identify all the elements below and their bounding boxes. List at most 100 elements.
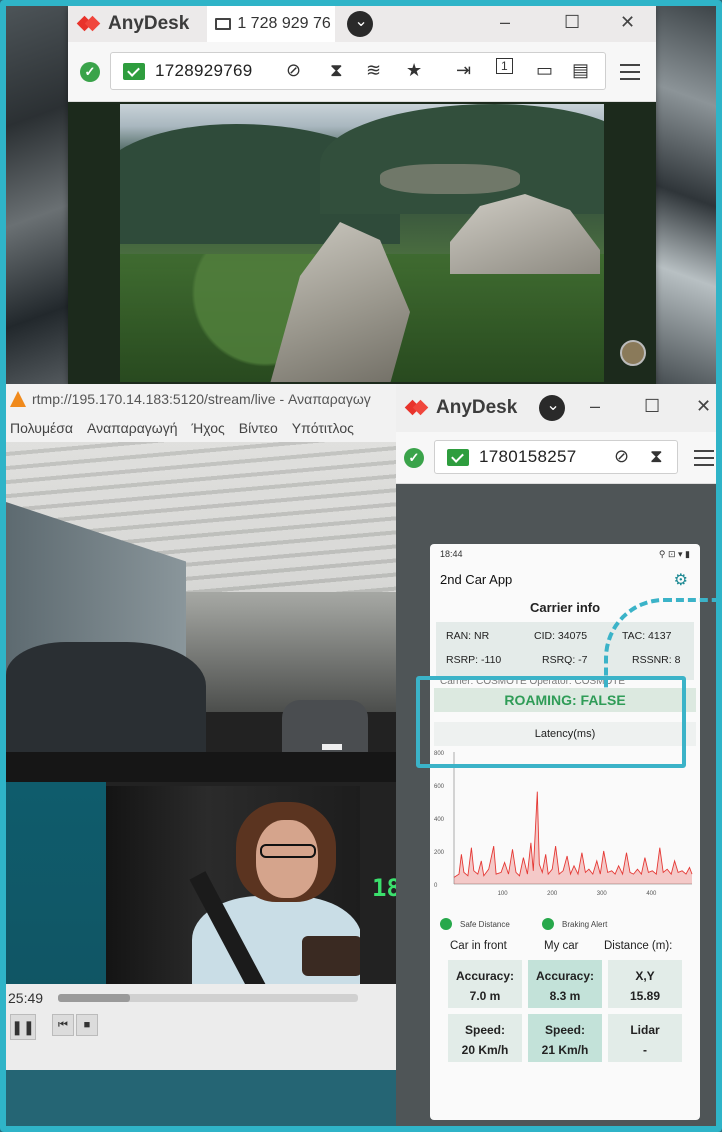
remote-screen-icon bbox=[123, 62, 145, 80]
address-bar[interactable]: 1728929769 bbox=[110, 52, 606, 90]
vlc-window: rtmp://195.170.14.183:5120/stream/live -… bbox=[6, 384, 415, 1070]
y-tick-label: 400 bbox=[434, 817, 445, 823]
display-one-icon[interactable]: 1 bbox=[496, 58, 513, 74]
address-bar[interactable]: 1780158257 bbox=[434, 440, 678, 474]
stop-icon[interactable]: ■ bbox=[76, 1014, 98, 1036]
rsrq-value: RSRQ: -7 bbox=[542, 654, 588, 666]
minimize-button[interactable]: – bbox=[590, 396, 600, 417]
download-icon[interactable] bbox=[539, 395, 566, 421]
address-number: 1728929769 bbox=[155, 61, 253, 80]
desktop-wallpaper-left bbox=[6, 6, 70, 386]
window-icon[interactable]: ▭ bbox=[536, 60, 553, 81]
x-tick-label: 200 bbox=[547, 891, 558, 897]
remote-desktop-view[interactable] bbox=[68, 102, 656, 384]
anydesk-toolbar: ✓ 1728929769 ⊘ ⧗ ≋ ★ ⇥ 1 ▭ ▤ bbox=[68, 42, 656, 102]
vlc-title: rtmp://195.170.14.183:5120/stream/live -… bbox=[32, 391, 371, 407]
xy-label: X,Y bbox=[635, 969, 655, 983]
accuracy-my-card: Accuracy: 8.3 m bbox=[528, 960, 602, 1008]
hourglass-icon[interactable]: ⧗ bbox=[650, 446, 663, 467]
menu-subtitle[interactable]: Υπότιτλος bbox=[292, 420, 354, 436]
privacy-icon[interactable]: ⊘ bbox=[286, 60, 301, 81]
landscape-photo bbox=[120, 104, 604, 382]
star-icon[interactable]: ★ bbox=[406, 60, 422, 81]
menu-icon[interactable] bbox=[694, 450, 714, 466]
desktop-wallpaper-right bbox=[656, 6, 716, 386]
anydesk-brand: AnyDesk bbox=[108, 13, 190, 34]
remote-screen-icon bbox=[447, 448, 469, 466]
front-camera-feed bbox=[6, 442, 396, 760]
gear-icon[interactable]: ⚙ bbox=[674, 570, 688, 590]
chat-icon[interactable]: ▤ bbox=[572, 60, 589, 81]
database-icon[interactable]: ≋ bbox=[366, 60, 381, 81]
connection-ok-icon: ✓ bbox=[80, 62, 100, 82]
vlc-titlebar: rtmp://195.170.14.183:5120/stream/live -… bbox=[6, 384, 396, 414]
highlight-box bbox=[416, 676, 686, 768]
x-tick-label: 100 bbox=[498, 891, 509, 897]
menu-playback[interactable]: Αναπαραγωγή bbox=[87, 420, 178, 436]
phone-statusbar: 18:44 ⚲ ⊡ ▾ ▮ bbox=[430, 544, 700, 564]
anydesk2-titlebar: AnyDesk – ☐ ✕ bbox=[396, 384, 716, 432]
rsrp-value: RSRP: -110 bbox=[446, 654, 502, 666]
minimize-button[interactable]: – bbox=[500, 12, 510, 33]
anydesk-logo-icon bbox=[78, 13, 100, 35]
session-tab-label: 1 728 929 76 bbox=[237, 15, 331, 32]
status-icons: ⚲ ⊡ ▾ ▮ bbox=[658, 548, 690, 559]
app-title: 2nd Car App bbox=[440, 572, 513, 587]
desktop-wallpaper-bottom bbox=[6, 1070, 426, 1126]
y-tick-label: 600 bbox=[434, 784, 445, 790]
column-car-in-front: Car in front bbox=[450, 940, 507, 952]
vlc-controls: 25:49 ❚❚ ⏮ ■ bbox=[6, 984, 396, 1070]
hourglass-icon[interactable]: ⧗ bbox=[330, 60, 343, 81]
xy-distance-card: X,Y 15.89 bbox=[608, 960, 682, 1008]
braking-alert-dot-icon bbox=[542, 918, 554, 930]
vlc-menubar: Πολυμέσα Αναπαραγωγή Ήχος Βίντεο Υπότιτλ… bbox=[6, 414, 396, 442]
menu-icon[interactable] bbox=[620, 64, 640, 80]
latency-series-line bbox=[453, 791, 693, 878]
session-tab[interactable]: 1 728 929 76 bbox=[207, 6, 336, 42]
cid-value: CID: 34075 bbox=[534, 630, 588, 642]
vlc-cone-icon bbox=[10, 391, 26, 407]
x-tick-label: 400 bbox=[646, 891, 657, 897]
y-tick-label: 200 bbox=[434, 850, 445, 856]
seek-bar[interactable] bbox=[58, 994, 358, 1002]
connection-ok-icon: ✓ bbox=[404, 448, 424, 468]
address-number: 1780158257 bbox=[479, 447, 577, 466]
menu-audio[interactable]: Ήχος bbox=[192, 420, 225, 436]
latency-area bbox=[454, 791, 692, 884]
xy-value: 15.89 bbox=[629, 989, 661, 1003]
close-button[interactable]: ✕ bbox=[620, 12, 635, 33]
speed-my-card: Speed: 21 Km/h bbox=[528, 1014, 602, 1062]
anydesk2-brand: AnyDesk bbox=[436, 397, 518, 418]
download-icon[interactable] bbox=[347, 11, 374, 37]
speed-front-label: Speed: bbox=[464, 1023, 505, 1037]
previous-icon[interactable]: ⏮ bbox=[52, 1014, 74, 1036]
maximize-button[interactable]: ☐ bbox=[644, 396, 660, 417]
column-distance: Distance (m): bbox=[604, 940, 673, 952]
anydesk-window-main: AnyDesk 1 728 929 76 – ☐ ✕ ✓ 1728929769 … bbox=[68, 6, 656, 384]
cabin-camera-feed bbox=[106, 786, 360, 994]
monitor-icon bbox=[215, 18, 232, 30]
speed-front-card: Speed: 20 Km/h bbox=[448, 1014, 522, 1062]
privacy-icon[interactable]: ⊘ bbox=[614, 446, 629, 467]
y-tick-label: 0 bbox=[434, 883, 438, 889]
maximize-button[interactable]: ☐ bbox=[564, 12, 580, 33]
anydesk2-logo-icon bbox=[406, 397, 428, 419]
accuracy-front-label: Accuracy: bbox=[455, 969, 515, 983]
legend-safe-distance: Safe Distance bbox=[460, 920, 510, 929]
close-button[interactable]: ✕ bbox=[696, 396, 711, 417]
menu-media[interactable]: Πολυμέσα bbox=[10, 420, 73, 436]
pause-icon[interactable]: ❚❚ bbox=[10, 1014, 36, 1040]
menu-video[interactable]: Βίντεο bbox=[239, 420, 278, 436]
status-time: 18:44 bbox=[440, 549, 463, 559]
vlc-video-area[interactable] bbox=[6, 442, 396, 994]
lidar-label: Lidar bbox=[630, 1023, 660, 1037]
accuracy-my-value: 8.3 m bbox=[549, 989, 581, 1003]
x-tick-label: 300 bbox=[597, 891, 608, 897]
latency-chart: 0200400600800100 200 300 400 bbox=[434, 751, 693, 897]
exit-icon[interactable]: ⇥ bbox=[456, 60, 471, 81]
lidar-value: - bbox=[643, 1043, 647, 1057]
anydesk-titlebar: AnyDesk 1 728 929 76 – ☐ ✕ bbox=[68, 6, 656, 42]
avatar[interactable] bbox=[620, 340, 646, 366]
safe-distance-dot-icon bbox=[440, 918, 452, 930]
anydesk2-toolbar: ✓ 1780158257 ⊘ ⧗ bbox=[396, 432, 716, 484]
